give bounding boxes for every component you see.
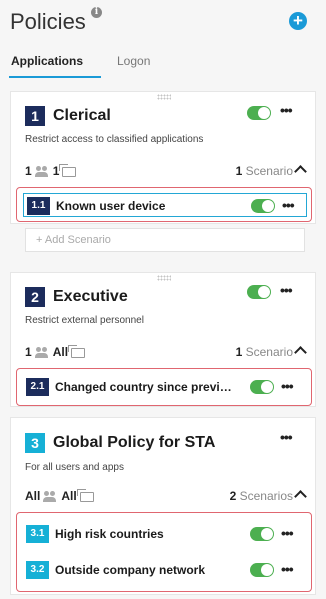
app-count: All	[61, 489, 77, 503]
users-icon	[34, 166, 50, 178]
policy-description: Restrict access to classified applicatio…	[25, 134, 204, 145]
tab-logon[interactable]: Logon	[117, 54, 150, 68]
active-tab-indicator	[9, 76, 101, 78]
scenario-toggle[interactable]	[250, 563, 274, 577]
toggle-knob	[262, 200, 274, 212]
user-count: All	[25, 489, 41, 503]
scenario-number-badge: 2.1	[26, 378, 49, 396]
policy-assignments: 11	[25, 163, 77, 178]
scenario-label[interactable]: High risk countries	[55, 527, 164, 541]
drag-handle-icon[interactable]	[157, 275, 171, 281]
more-options-icon[interactable]: •••	[280, 430, 293, 444]
users-icon	[34, 347, 50, 359]
add-policy-button[interactable]: +	[289, 12, 307, 30]
scenario-label[interactable]: Known user device	[56, 199, 165, 213]
policy-assignments: 1 All	[25, 344, 86, 359]
tab-bar: Applications Logon	[0, 50, 326, 80]
scenario-row[interactable]: 1.1 Known user device •••	[23, 193, 307, 217]
policy-description: Restrict external personnel	[25, 315, 144, 326]
page-title: Policies	[10, 9, 86, 34]
toggle-knob	[258, 286, 270, 298]
policy-toggle[interactable]	[247, 285, 271, 299]
scenario-label[interactable]: Changed country since previ…	[55, 380, 232, 394]
toggle-knob	[258, 107, 270, 119]
scenario-count[interactable]: 1 Scenario	[236, 164, 293, 178]
more-options-icon[interactable]: •••	[282, 198, 295, 212]
scenario-number-badge: 1.1	[27, 197, 50, 215]
app-count: All	[52, 345, 69, 359]
scenario-toggle[interactable]	[250, 527, 274, 541]
drag-handle-icon[interactable]	[157, 94, 171, 100]
more-options-icon[interactable]: •••	[281, 526, 294, 540]
toggle-knob	[261, 381, 273, 393]
chevron-up-icon[interactable]	[296, 345, 305, 357]
chevron-up-icon[interactable]	[296, 489, 305, 501]
more-options-icon[interactable]: •••	[281, 562, 294, 576]
info-icon[interactable]: i	[91, 7, 102, 18]
scenario-toggle[interactable]	[250, 380, 274, 394]
policy-assignments: All All	[25, 488, 94, 503]
user-count: 1	[25, 345, 32, 359]
scenario-row[interactable]: 3.1 High risk countries •••	[23, 522, 307, 546]
scenario-number-badge: 3.2	[26, 561, 49, 579]
scenario-row[interactable]: 3.2 Outside company network •••	[23, 558, 307, 582]
apps-icon	[59, 163, 77, 177]
toggle-knob	[261, 564, 273, 576]
apps-icon	[76, 488, 94, 502]
add-scenario-button[interactable]: + Add Scenario	[25, 228, 305, 252]
scenario-number-badge: 3.1	[26, 525, 49, 543]
scenario-label[interactable]: Outside company network	[55, 563, 205, 577]
more-options-icon[interactable]: •••	[280, 103, 293, 117]
apps-icon	[68, 344, 86, 358]
policy-toggle[interactable]	[247, 106, 271, 120]
policy-name[interactable]: Global Policy for STA	[53, 434, 215, 452]
scenario-toggle[interactable]	[251, 199, 275, 213]
scenario-row[interactable]: 2.1 Changed country since previ… •••	[23, 375, 307, 399]
policy-number-badge: 2	[25, 287, 45, 307]
scenario-count[interactable]: 2 Scenarios	[230, 489, 293, 503]
users-icon	[43, 491, 58, 503]
more-options-icon[interactable]: •••	[280, 283, 293, 297]
policy-description: For all users and apps	[25, 462, 124, 473]
policy-number-badge: 1	[25, 106, 45, 126]
more-options-icon[interactable]: •••	[281, 379, 294, 393]
user-count: 1	[25, 164, 32, 178]
policy-name[interactable]: Clerical	[53, 107, 111, 125]
toggle-knob	[261, 528, 273, 540]
app-count: 1	[52, 164, 60, 178]
policy-name[interactable]: Executive	[53, 288, 128, 306]
tab-applications[interactable]: Applications	[11, 54, 83, 68]
chevron-up-icon[interactable]	[296, 164, 305, 176]
policy-number-badge: 3	[25, 433, 45, 453]
scenario-count[interactable]: 1 Scenario	[236, 345, 293, 359]
